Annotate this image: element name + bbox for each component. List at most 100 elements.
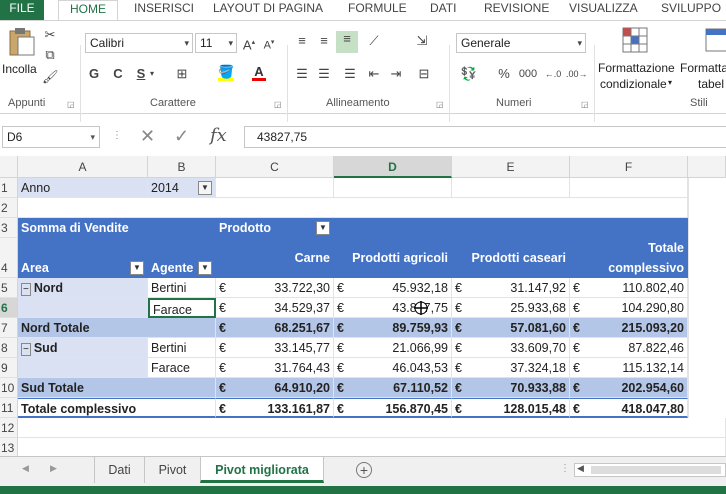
- cell-c7[interactable]: €68.251,67: [216, 318, 334, 338]
- row-header-10[interactable]: 10: [0, 378, 18, 398]
- row-header-3[interactable]: 3: [0, 218, 18, 238]
- column-header-b[interactable]: B: [148, 156, 216, 178]
- format-as-table-label-2[interactable]: tabel: [698, 77, 724, 91]
- column-header-f[interactable]: F: [570, 156, 688, 178]
- font-size-dropdown[interactable]: 11 ▾: [195, 33, 237, 53]
- decrease-indent-icon[interactable]: ⇤: [364, 66, 384, 82]
- header-totale-2[interactable]: complessivo: [570, 258, 688, 278]
- cell-f9[interactable]: €115.132,14: [570, 358, 688, 378]
- cell-b8[interactable]: Bertini: [148, 338, 216, 358]
- percent-icon[interactable]: %: [496, 66, 512, 82]
- sheet-tab-pivot-migliorata[interactable]: Pivot migliorata: [200, 457, 324, 483]
- copy-icon[interactable]: ⧉: [42, 47, 58, 63]
- align-center-icon[interactable]: ☰: [314, 66, 334, 82]
- cell-a7[interactable]: Nord Totale: [18, 318, 216, 338]
- cell-d10[interactable]: €67.110,52: [334, 378, 452, 398]
- pivot-column-field[interactable]: Prodotto ▼: [216, 218, 334, 238]
- row-header-4[interactable]: 4: [0, 238, 18, 278]
- cell-d8[interactable]: €21.066,99: [334, 338, 452, 358]
- align-middle-icon[interactable]: ≡: [314, 33, 334, 49]
- bold-button[interactable]: G: [88, 66, 100, 82]
- conditional-format-label-2[interactable]: condizionale: [600, 77, 667, 91]
- wrap-text-icon[interactable]: ⇲: [412, 33, 432, 49]
- sheet-tab-dati[interactable]: Dati: [94, 457, 144, 483]
- numeri-launcher-icon[interactable]: ◲: [581, 100, 589, 109]
- row-header-2[interactable]: 2: [0, 198, 18, 218]
- font-color-icon[interactable]: A: [252, 64, 266, 81]
- cell-a5[interactable]: − Nord: [18, 278, 148, 298]
- tab-visualizza[interactable]: VISUALIZZA: [569, 0, 638, 20]
- merge-center-icon[interactable]: ⊟: [414, 66, 434, 82]
- scroll-left-icon[interactable]: ◀: [22, 463, 29, 474]
- tab-file[interactable]: FILE: [0, 0, 44, 20]
- format-painter-icon[interactable]: 🖌: [42, 69, 59, 85]
- row-header-9[interactable]: 9: [0, 358, 18, 378]
- cell-b1[interactable]: 2014 ▼: [148, 178, 216, 198]
- cell-f7[interactable]: €215.093,20: [570, 318, 688, 338]
- allineamento-launcher-icon[interactable]: ◲: [436, 100, 444, 109]
- borders-icon[interactable]: ⊞: [174, 66, 190, 82]
- cell-c8[interactable]: €33.145,77: [216, 338, 334, 358]
- cell-a9[interactable]: [18, 358, 148, 378]
- number-format-dropdown[interactable]: Generale ▾: [456, 33, 586, 53]
- pivot-area-field[interactable]: Area ▼: [18, 258, 148, 278]
- decrease-decimal-icon[interactable]: .00→: [566, 66, 588, 82]
- row-header-5[interactable]: 5: [0, 278, 18, 298]
- chevron-down-icon[interactable]: ▾: [150, 66, 154, 82]
- cell-c10[interactable]: €64.910,20: [216, 378, 334, 398]
- formula-input[interactable]: 43827,75: [244, 126, 726, 148]
- header-totale-1[interactable]: Totale: [570, 238, 688, 258]
- align-top-icon[interactable]: ≡: [292, 33, 312, 49]
- tab-layout[interactable]: LAYOUT DI PAGINA: [213, 0, 323, 20]
- cell-a6[interactable]: [18, 298, 148, 318]
- format-as-table-icon[interactable]: [704, 25, 726, 55]
- empty-row-13[interactable]: [18, 438, 726, 458]
- cell-e8[interactable]: €33.609,70: [452, 338, 570, 358]
- align-bottom-icon[interactable]: ≡: [336, 31, 358, 53]
- cut-icon[interactable]: ✂: [42, 27, 58, 43]
- increase-decimal-icon[interactable]: ←.0: [544, 66, 562, 82]
- cell-f8[interactable]: €87.822,46: [570, 338, 688, 358]
- empty-row-12[interactable]: [18, 418, 726, 438]
- row-header-8[interactable]: 8: [0, 338, 18, 358]
- format-as-table-label[interactable]: Formatta: [680, 61, 726, 75]
- empty-row-2[interactable]: [18, 198, 688, 218]
- font-name-dropdown[interactable]: Calibri ▾: [85, 33, 193, 53]
- select-all-corner[interactable]: [0, 156, 18, 178]
- cell-d5[interactable]: €45.932,18: [334, 278, 452, 298]
- tab-formule[interactable]: FORMULE: [348, 0, 407, 20]
- column-header-d[interactable]: D: [334, 156, 452, 178]
- cell-f10[interactable]: €202.954,60: [570, 378, 688, 398]
- more-icon[interactable]: ⋮: [560, 463, 570, 474]
- accounting-format-icon[interactable]: 💱: [458, 66, 480, 82]
- align-right-icon[interactable]: ☰: [340, 66, 360, 82]
- header-carne[interactable]: Carne: [216, 248, 334, 268]
- row-header-6[interactable]: 6: [0, 298, 18, 318]
- pivot-agent-field[interactable]: Agente ▼: [148, 258, 216, 278]
- cell-d11[interactable]: €156.870,45: [334, 398, 452, 418]
- column-header-g[interactable]: [688, 156, 726, 178]
- cell-e10[interactable]: €70.933,88: [452, 378, 570, 398]
- header-prodotti-caseari[interactable]: Prodotti caseari: [452, 248, 570, 268]
- carattere-launcher-icon[interactable]: ◲: [274, 100, 282, 109]
- row-header-7[interactable]: 7: [0, 318, 18, 338]
- function-icon[interactable]: fx: [210, 126, 227, 146]
- add-sheet-icon[interactable]: +: [356, 462, 372, 478]
- column-header-e[interactable]: E: [452, 156, 570, 178]
- cell-f1[interactable]: [570, 178, 688, 198]
- decrease-font-icon[interactable]: A▾: [262, 35, 276, 54]
- italic-button[interactable]: C: [112, 66, 124, 82]
- tab-inserisci[interactable]: INSERISCI: [134, 0, 194, 20]
- cell-a1[interactable]: Anno: [18, 178, 148, 198]
- cell-d9[interactable]: €46.043,53: [334, 358, 452, 378]
- cell-e1[interactable]: [452, 178, 570, 198]
- align-left-icon[interactable]: ☰: [292, 66, 312, 82]
- column-header-a[interactable]: A: [18, 156, 148, 178]
- cell-c6[interactable]: €34.529,37: [216, 298, 334, 318]
- drag-handle-icon[interactable]: ⋮: [112, 130, 122, 141]
- cell-b6[interactable]: Farace: [148, 298, 216, 318]
- tab-revisione[interactable]: REVISIONE: [484, 0, 549, 20]
- cell-c9[interactable]: €31.764,43: [216, 358, 334, 378]
- row-header-13[interactable]: 13: [0, 438, 18, 458]
- cell-f6[interactable]: €104.290,80: [570, 298, 688, 318]
